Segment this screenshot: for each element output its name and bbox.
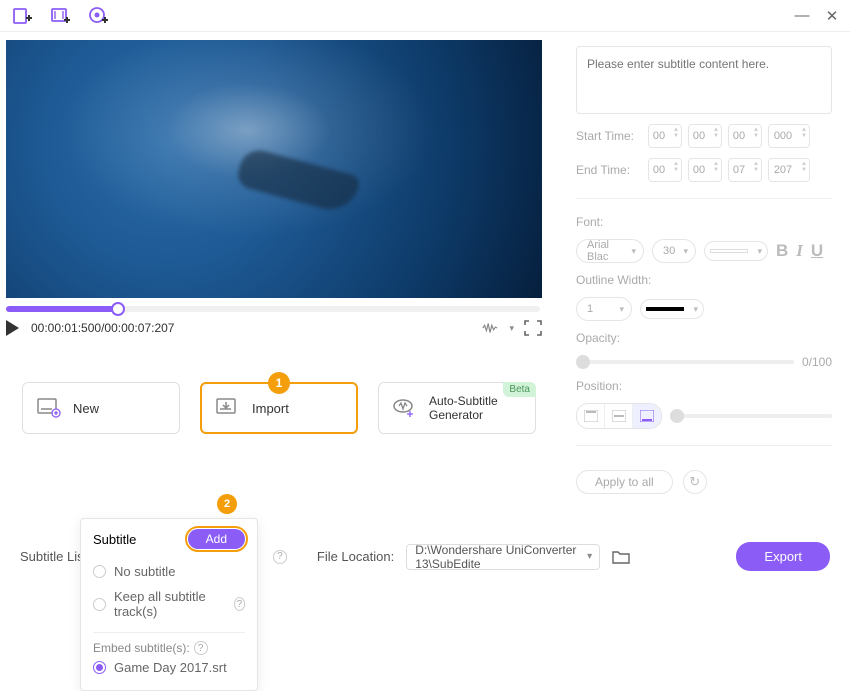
add-subtitle-button[interactable]: Add [188,529,245,549]
waveform-icon[interactable] [481,320,499,336]
import-label: Import [252,401,289,416]
outline-label: Outline Width: [576,273,832,287]
opacity-slider[interactable] [576,360,794,364]
beta-badge: Beta [503,382,536,397]
apply-all-button[interactable]: Apply to all [576,470,673,494]
subtitle-properties-panel: Start Time: ▲▼ ▲▼ ▲▼ ▲▼ End Time: ▲▼ ▲▼ … [568,32,850,502]
position-label: Position: [576,379,832,393]
font-color-select[interactable] [704,241,768,261]
end-min-input[interactable]: ▲▼ [688,158,722,182]
opacity-label: Opacity: [576,331,832,345]
font-size-select[interactable]: 30 [652,239,696,263]
import-subtitle-button[interactable]: 1 Import [200,382,358,434]
subtitle-popup: Subtitle Add No subtitle Keep all subtit… [80,518,258,691]
outline-width-select[interactable]: 1 [576,297,632,321]
left-panel: 00:00:01:500/00:00:07:207 ▾ New 1 Import… [0,32,568,502]
timeline-knob[interactable] [111,302,125,316]
video-frame [6,40,542,298]
timeline-progress [6,306,118,312]
record-icon[interactable] [86,4,110,28]
close-button[interactable]: ✕ [824,8,840,24]
font-label: Font: [576,215,832,229]
keep-tracks-help-icon[interactable]: ? [234,597,245,611]
reset-button[interactable]: ↻ [683,470,707,494]
open-folder-icon[interactable] [612,549,630,565]
auto-subtitle-label: Auto-Subtitle Generator [429,394,521,422]
keep-tracks-option[interactable]: Keep all subtitle track(s)? [93,584,245,624]
outline-color-select[interactable] [640,299,704,319]
position-middle-icon[interactable] [605,404,633,428]
step-badge-2: 2 [217,494,237,514]
minimize-button[interactable]: — [794,8,810,24]
waveform-chevron-icon[interactable]: ▾ [509,323,514,334]
position-preset-group [576,403,662,429]
subtitle-list-help-icon[interactable]: ? [273,550,287,564]
opacity-value: 0/100 [802,355,832,369]
underline-button[interactable]: U [811,241,823,261]
player-controls: 00:00:01:500/00:00:07:207 ▾ [6,320,542,336]
position-slider[interactable] [670,414,832,418]
embed-help-icon[interactable]: ? [194,641,208,655]
file-location-select[interactable]: D:\Wondershare UniConverter 13\SubEdite [406,544,600,570]
start-sec-input[interactable]: ▲▼ [728,124,762,148]
italic-button[interactable]: I [796,241,803,261]
add-clip-icon[interactable] [48,4,72,28]
embed-label: Embed subtitle(s):? [93,641,245,655]
video-preview[interactable] [6,40,542,298]
start-min-input[interactable]: ▲▼ [688,124,722,148]
auto-subtitle-button[interactable]: Beta Auto-Subtitle Generator [378,382,536,434]
start-time-label: Start Time: [576,129,642,143]
timeline-scrubber[interactable] [6,306,540,312]
end-time-label: End Time: [576,163,642,177]
font-family-select[interactable]: Arial Blac [576,239,644,263]
popup-title: Subtitle [93,532,136,547]
position-bottom-icon[interactable] [633,404,661,428]
step-badge-1: 1 [268,372,290,394]
new-subtitle-button[interactable]: New [22,382,180,434]
subtitle-text-input[interactable] [576,46,832,114]
fullscreen-icon[interactable] [524,320,542,336]
end-hour-input[interactable]: ▲▼ [648,158,682,182]
file-location-label: File Location: [317,549,394,564]
end-ms-input[interactable]: ▲▼ [768,158,810,182]
play-button[interactable] [6,320,19,336]
position-top-icon[interactable] [577,404,605,428]
timecode-display: 00:00:01:500/00:00:07:207 [31,321,174,335]
export-button[interactable]: Export [736,542,830,571]
bold-button[interactable]: B [776,241,788,261]
title-bar: — ✕ [0,0,850,32]
embed-item-option[interactable]: Game Day 2017.srt [93,655,245,680]
start-hour-input[interactable]: ▲▼ [648,124,682,148]
start-ms-input[interactable]: ▲▼ [768,124,810,148]
add-media-icon[interactable] [10,4,34,28]
new-label: New [73,401,99,416]
end-sec-input[interactable]: ▲▼ [728,158,762,182]
no-subtitle-option[interactable]: No subtitle [93,559,245,584]
